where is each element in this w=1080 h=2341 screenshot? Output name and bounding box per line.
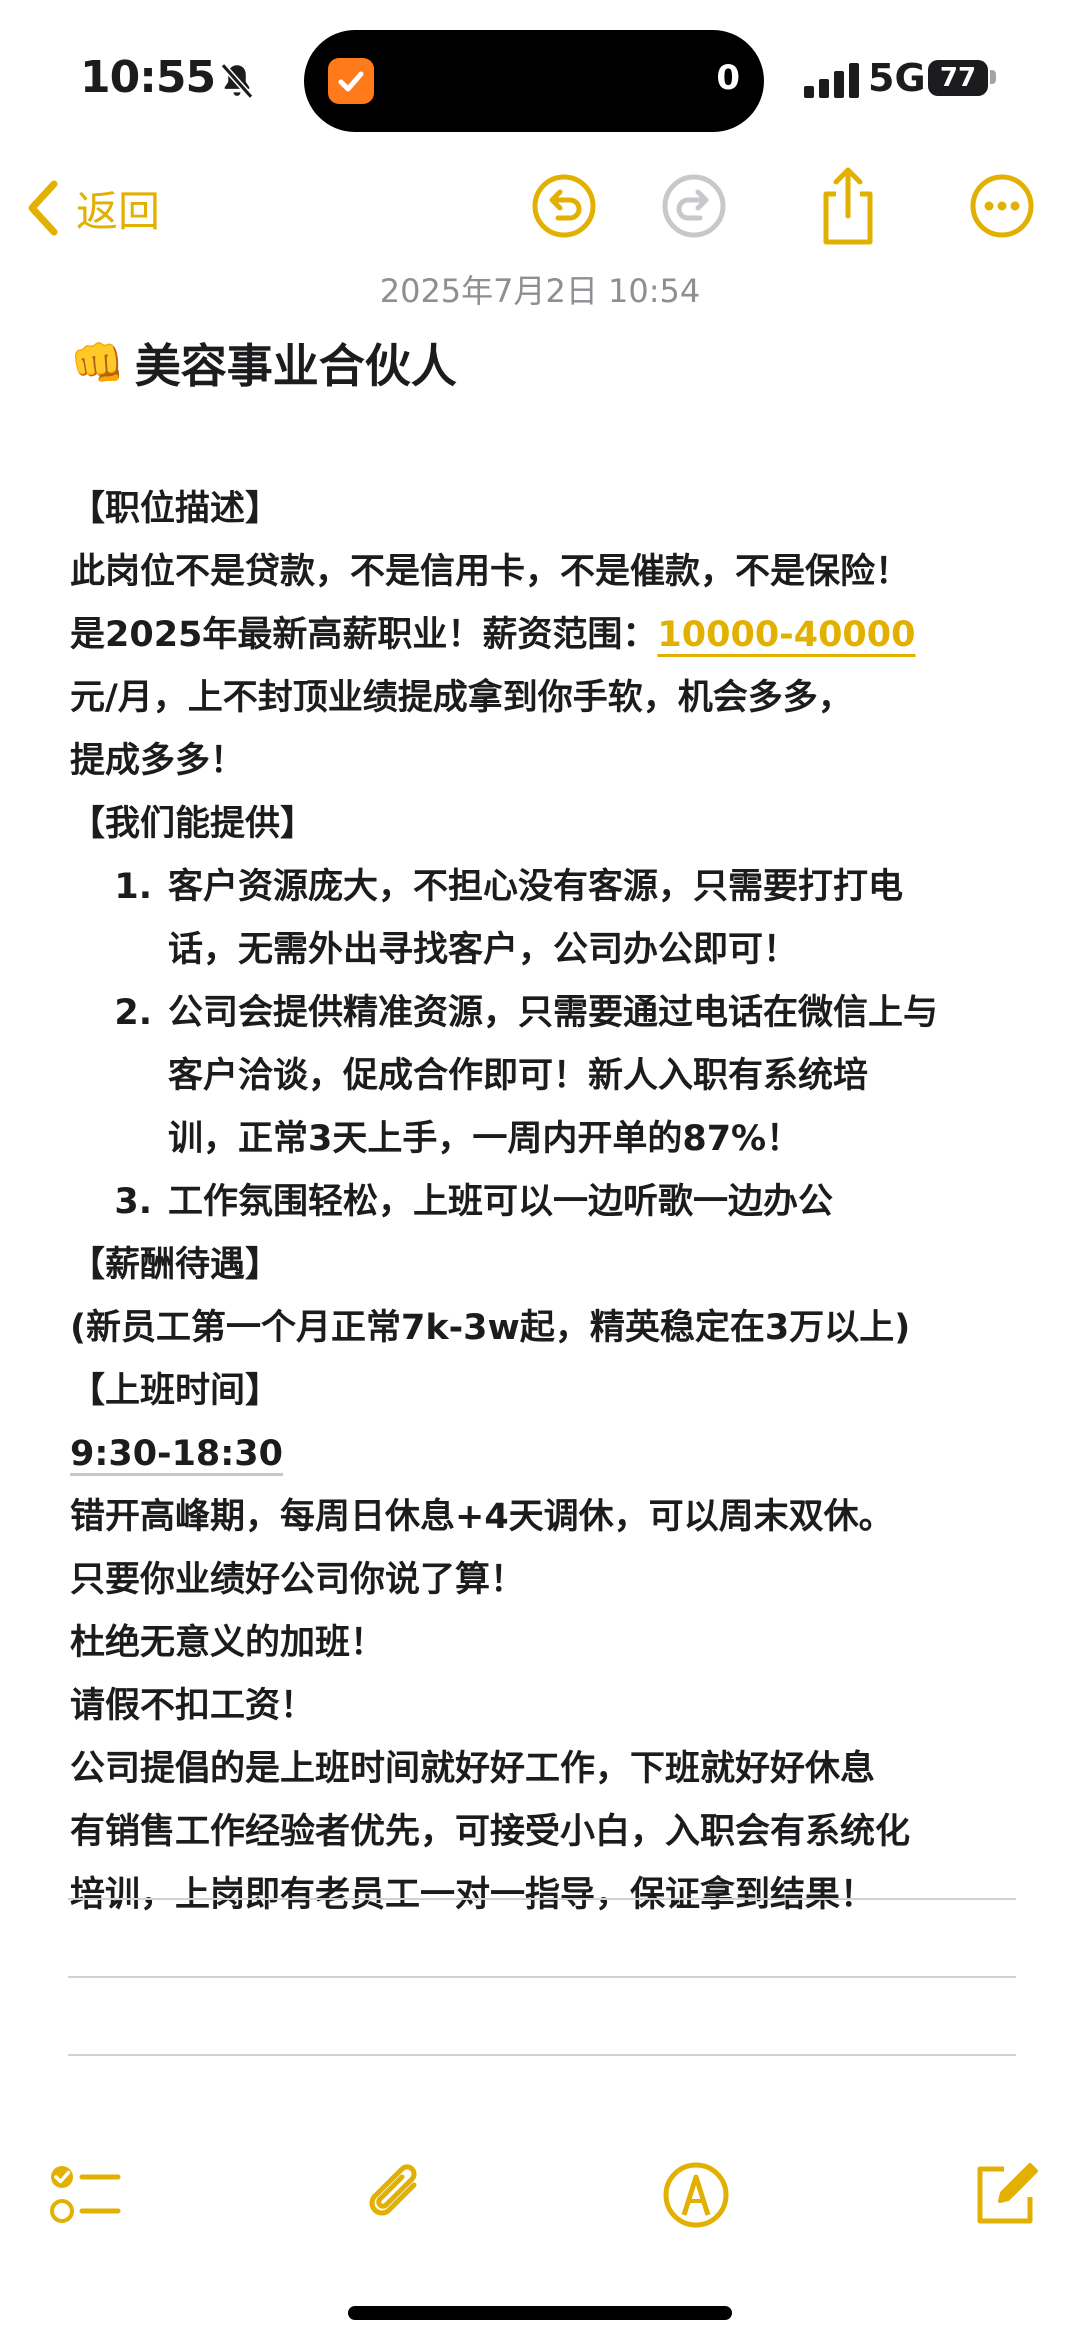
undo-button[interactable] — [528, 170, 600, 242]
cellular-signal-icon — [804, 63, 859, 98]
note-date: 2025年7月2日 10:54 — [379, 272, 701, 310]
attachment-paperclip-button[interactable] — [356, 2155, 436, 2235]
job-line-1: 此岗位不是贷款，不是信用卡，不是催款，不是保险！ — [70, 552, 911, 592]
back-button[interactable]: 返回 — [22, 176, 160, 240]
list-item-continuation: 话，无需外出寻找客户，公司办公即可！ — [168, 930, 799, 970]
section-heading-pay: 【薪酬待遇】 — [70, 1245, 281, 1285]
note-title-text: 美容事业合伙人 — [134, 339, 457, 393]
list-item-continuation: 训，正常3天上手，一周内开单的87%！ — [168, 1119, 802, 1159]
compose-new-note-button[interactable] — [964, 2155, 1044, 2235]
markup-pen-button[interactable] — [656, 2155, 736, 2235]
divider-line — [68, 1898, 1016, 1900]
salary-range-link[interactable]: 10000-40000 — [657, 615, 915, 655]
checklist-button[interactable] — [44, 2155, 124, 2235]
redo-button[interactable] — [658, 170, 730, 242]
note-title[interactable]: 👊 美容事业合伙人 — [70, 330, 457, 396]
list-number: 1. — [114, 867, 152, 907]
hours-detail-line: 有销售工作经验者优先，可接受小白，入职会有系统化 — [70, 1812, 911, 1852]
divider-line — [68, 1976, 1016, 1978]
reminder-app-icon — [328, 58, 374, 104]
job-line-2-prefix: 是2025年最新高薪职业！薪资范围： — [70, 615, 658, 655]
dynamic-island[interactable]: 0 — [304, 30, 764, 132]
list-number: 3. — [114, 1182, 152, 1222]
job-line-2: 是2025年最新高薪职业！薪资范围：10000-40000 — [70, 604, 1030, 667]
divider-line — [68, 2054, 1016, 2056]
battery-level: 77 — [939, 63, 977, 93]
chevron-left-icon — [28, 180, 58, 236]
hours-detail-line: 错开高峰期，每周日休息+4天调休，可以周末双休。 — [70, 1497, 894, 1537]
island-count: 0 — [716, 58, 740, 98]
list-number: 2. — [114, 993, 152, 1033]
list-item-continuation: 客户洽谈，促成合作即可！新人入职有系统培 — [168, 1056, 869, 1096]
fist-emoji-icon: 👊 — [70, 338, 125, 389]
back-label: 返回 — [76, 186, 161, 236]
pay-line: (新员工第一个月正常7k-3w起，精英稳定在3万以上) — [70, 1308, 911, 1348]
hours-detail-line: 培训，上岗即有老员工一对一指导，保证拿到结果！ — [70, 1875, 876, 1915]
more-options-button[interactable] — [966, 170, 1038, 242]
list-item: 1. 客户资源庞大，不担心没有客源，只需要打打电 — [70, 856, 1030, 919]
list-item: 2. 公司会提供精准资源，只需要通过电话在微信上与 — [70, 982, 1030, 1045]
section-heading-offer: 【我们能提供】 — [70, 804, 316, 844]
status-time: 10:55 — [80, 52, 216, 103]
list-item-text: 客户资源庞大，不担心没有客源，只需要打打电 — [168, 867, 904, 907]
note-body[interactable]: 【职位描述】 此岗位不是贷款，不是信用卡，不是催款，不是保险！ 是2025年最新… — [70, 478, 1030, 1927]
section-heading-job: 【职位描述】 — [70, 489, 281, 529]
job-line-3: 元/月，上不封顶业绩提成拿到你手软，机会多多， — [70, 678, 853, 718]
battery-icon: 77 — [928, 60, 988, 96]
hours-line: 9:30-18:30 — [70, 1423, 1030, 1486]
job-line-4: 提成多多！ — [70, 741, 246, 781]
work-hours-link[interactable]: 9:30-18:30 — [70, 1434, 283, 1474]
hours-detail-line: 公司提倡的是上班时间就好好工作，下班就好好休息 — [70, 1749, 876, 1789]
home-indicator[interactable] — [348, 2306, 732, 2320]
list-item-text: 工作氛围轻松，上班可以一边听歌一边办公 — [168, 1182, 834, 1222]
list-item-text: 公司会提供精准资源，只需要通过电话在微信上与 — [168, 993, 939, 1033]
list-item: 3. 工作氛围轻松，上班可以一边听歌一边办公 — [70, 1171, 1030, 1234]
hours-detail-line: 杜绝无意义的加班！ — [70, 1623, 386, 1663]
share-button[interactable] — [812, 164, 884, 248]
battery-nub — [990, 70, 996, 84]
hours-detail-line: 只要你业绩好公司你说了算！ — [70, 1560, 526, 1600]
silent-bell-icon — [220, 63, 254, 99]
network-type: 5G — [868, 56, 926, 100]
hours-detail-line: 请假不扣工资！ — [70, 1686, 316, 1726]
section-heading-hours: 【上班时间】 — [70, 1371, 281, 1411]
